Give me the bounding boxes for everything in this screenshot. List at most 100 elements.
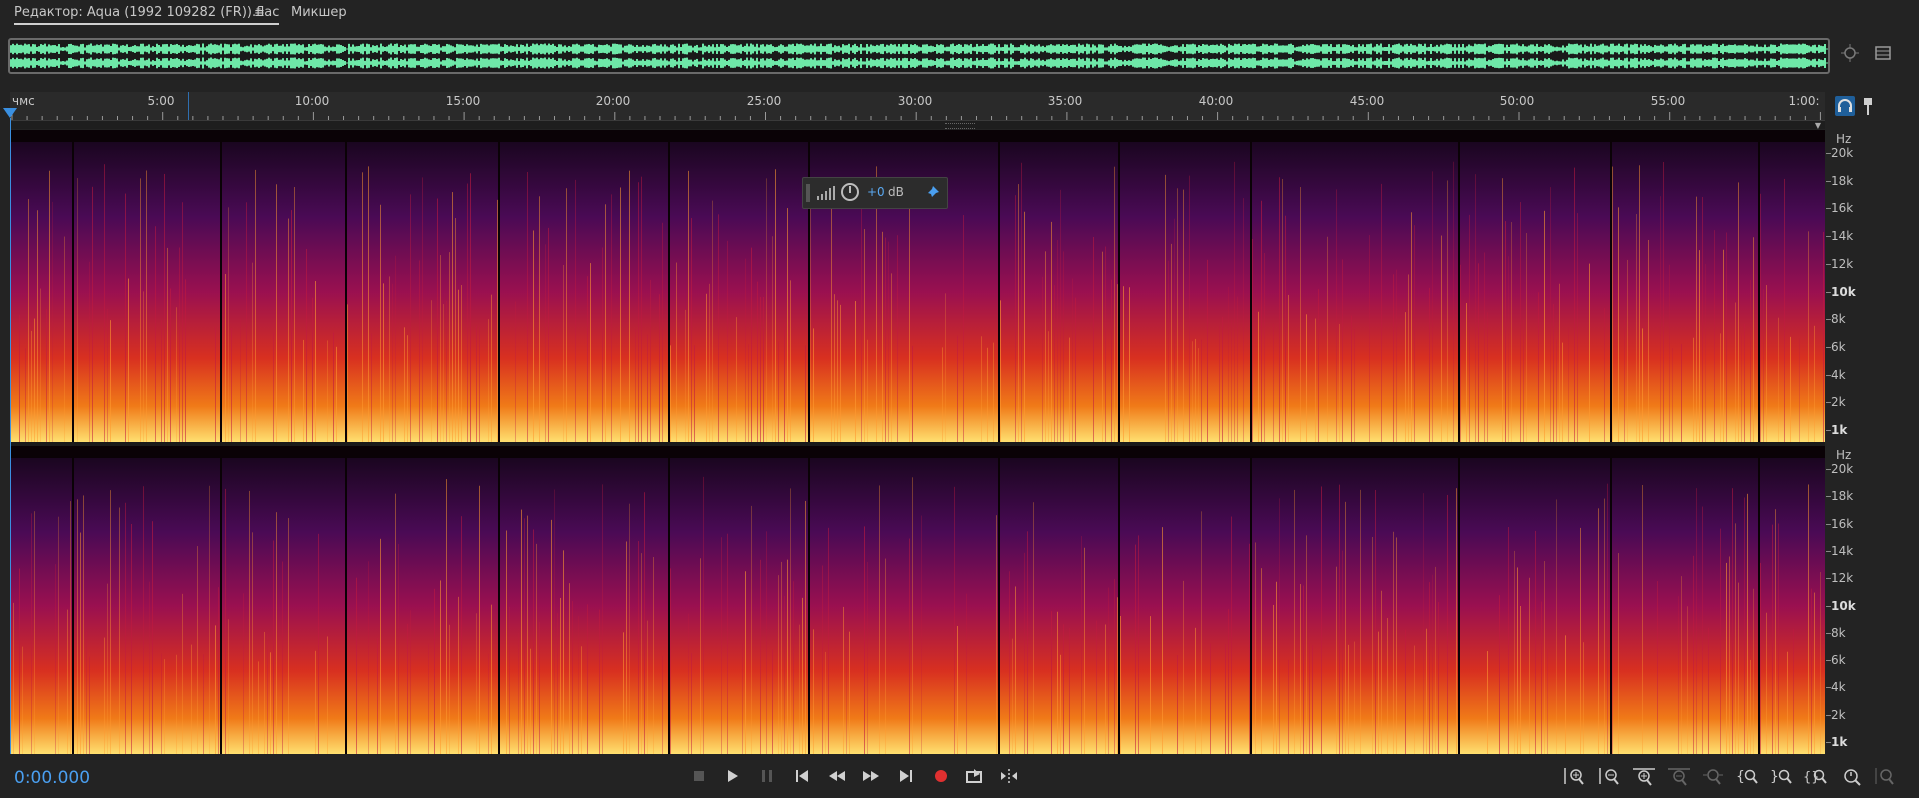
playhead-line (10, 118, 11, 754)
zoom-reset-icon[interactable] (1840, 766, 1864, 786)
waveform-sample (478, 60, 480, 66)
zoom-full-icon[interactable]: {} (1803, 766, 1827, 786)
tab-mixer[interactable]: Микшер (291, 5, 347, 20)
waveform-sample (1388, 44, 1390, 54)
spectrogram-streak (1117, 284, 1118, 442)
scroll-bar[interactable]: ▼ (10, 121, 1825, 130)
waveform-sample (1026, 45, 1028, 53)
panel-list-icon[interactable] (1874, 44, 1892, 62)
zoom-in-amplitude-icon[interactable] (1562, 766, 1586, 786)
playhead-marker[interactable] (3, 108, 17, 118)
waveform-sample (1780, 57, 1782, 69)
spectrogram-streak (1354, 329, 1355, 442)
headphones-icon[interactable] (1835, 96, 1855, 116)
waveform-sample (1052, 59, 1054, 67)
spectrogram-streak (1300, 187, 1301, 442)
marker-pin-icon[interactable] (1860, 96, 1876, 116)
waveform-sample (1752, 59, 1754, 67)
zoom-out-time-icon[interactable] (1667, 766, 1691, 786)
waveform-sample (44, 57, 46, 69)
waveform-sample (694, 45, 696, 53)
spectrogram-channel-right[interactable] (10, 446, 1825, 754)
spectrogram-streak (380, 204, 381, 442)
waveform-sample (96, 44, 98, 54)
spectrogram-streak (727, 533, 728, 754)
zoom-in-right-icon[interactable]: } (1769, 766, 1793, 786)
waveform-sample (1068, 60, 1070, 66)
rewind-icon[interactable] (827, 766, 847, 786)
ruler-label: 15:00 (445, 94, 481, 108)
record-icon[interactable] (931, 766, 951, 786)
time-ruler[interactable]: чмс 5:00 10:00 15:00 20:00 25:00 30:00 3… (10, 92, 1825, 121)
spectrogram-streak (449, 252, 450, 442)
waveform-sample (566, 61, 568, 65)
spectrogram-streak (246, 202, 247, 442)
fast-forward-icon[interactable] (861, 766, 881, 786)
waveform-sample (1474, 43, 1476, 55)
zoom-extra-icon[interactable] (1874, 766, 1898, 786)
waveform-sample (30, 60, 32, 66)
skip-start-icon[interactable] (792, 766, 812, 786)
skip-end-icon[interactable] (896, 766, 916, 786)
spectrogram-streak (1642, 328, 1643, 442)
waveform-sample (1308, 59, 1310, 67)
waveform-sample (254, 58, 256, 68)
spectrogram-streak (1508, 256, 1509, 442)
zoom-out-amplitude-icon[interactable] (1597, 766, 1621, 786)
skip-selection-icon[interactable] (999, 766, 1019, 786)
tab-menu-icon[interactable]: ≡ (254, 6, 265, 21)
waveform-sample (1356, 47, 1358, 51)
gain-value[interactable]: +0 (867, 185, 885, 199)
loop-icon[interactable] (965, 766, 985, 786)
waveform-sample (1730, 44, 1732, 54)
waveform-sample (86, 45, 88, 53)
waveform-sample (300, 45, 302, 53)
waveform-sample (944, 47, 946, 51)
waveform-sample (1240, 45, 1242, 53)
waveform-sample (874, 46, 876, 52)
stop-icon[interactable] (689, 766, 709, 786)
waveform-sample (988, 44, 990, 54)
scroll-arrow-icon[interactable]: ▼ (1815, 121, 1821, 130)
amplitude-hud[interactable]: +0 dB (802, 177, 948, 209)
waveform-sample (592, 58, 594, 68)
spectrogram-streak (1360, 489, 1361, 754)
waveform-sample (776, 46, 778, 52)
zoom-in-time-icon[interactable] (1632, 766, 1656, 786)
waveform-sample (1622, 60, 1624, 66)
hud-grip[interactable] (806, 184, 810, 202)
tab-editor[interactable]: Редактор: Aqua (1992 109282 (FR)).flac (14, 5, 280, 25)
waveform-sample (1652, 61, 1654, 65)
spectrogram-streak (527, 171, 528, 442)
waveform-sample (464, 45, 466, 53)
waveform-sample (1032, 58, 1034, 68)
waveform-sample (220, 57, 222, 69)
spectrogram-segment (1000, 142, 1118, 442)
waveform-sample (964, 44, 966, 54)
timecode-display[interactable]: 0:00.000 (14, 768, 90, 788)
waveform-sample (476, 44, 478, 54)
waveform-sample (410, 58, 412, 68)
transport-bar: 0:00.000 { } {} (0, 756, 1919, 798)
waveform-sample (892, 58, 894, 68)
waveform-sample (638, 60, 640, 66)
pause-icon[interactable] (757, 766, 777, 786)
scroll-grip[interactable] (945, 123, 975, 129)
spectrogram-streak (164, 659, 165, 754)
waveform-sample (286, 44, 288, 54)
waveform-sample (1278, 59, 1280, 67)
overview-waveform[interactable] (8, 38, 1830, 74)
spectrogram-streak (1435, 566, 1436, 754)
zoom-navigator-icon[interactable] (1841, 44, 1859, 62)
waveform-sample (1070, 45, 1072, 53)
pin-icon[interactable] (923, 184, 941, 202)
zoom-in-left-icon[interactable]: { (1735, 766, 1759, 786)
play-icon[interactable] (722, 766, 742, 786)
volume-knob[interactable] (841, 183, 859, 201)
spectrogram-streak (368, 166, 369, 442)
zoom-selection-icon[interactable] (1701, 766, 1725, 786)
waveform-sample (1822, 46, 1824, 52)
spectrogram-streak (437, 198, 438, 442)
spectrogram-streak (566, 188, 567, 442)
waveform-sample (1510, 44, 1512, 54)
